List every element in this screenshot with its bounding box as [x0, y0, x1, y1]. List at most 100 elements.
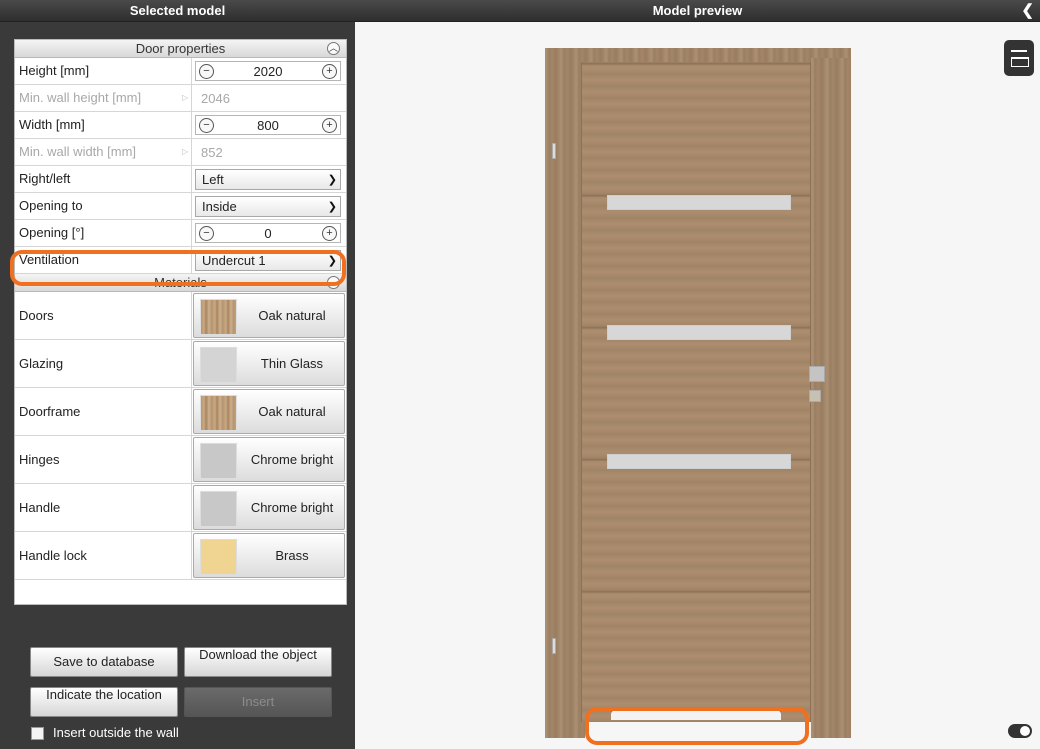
material-row-doorframe: Doorframe Oak natural	[15, 388, 346, 436]
material-label: Hinges	[15, 436, 192, 483]
insert-button-label: Insert	[241, 694, 275, 709]
oak-swatch	[200, 395, 237, 431]
model-preview-title-text: Model preview	[652, 3, 743, 18]
width-stepper[interactable]: − 800 +	[195, 115, 341, 135]
handle-lock-icon	[809, 390, 821, 402]
chrome-swatch	[200, 491, 237, 527]
material-label: Glazing	[15, 340, 192, 387]
plus-icon[interactable]: +	[322, 64, 337, 79]
download-object-button[interactable]: Download the object	[184, 647, 332, 677]
material-name: Oak natural	[258, 308, 326, 323]
indicate-location-button[interactable]: Indicate the location	[30, 687, 178, 717]
glass-strip	[607, 325, 791, 340]
insert-button[interactable]: Insert	[184, 687, 332, 717]
model-preview-panel: Model preview ❮	[355, 0, 1040, 749]
min-wall-height-label: Min. wall height [mm]	[15, 85, 192, 111]
glass-swatch	[200, 347, 237, 383]
min-wall-height-value: 2046	[201, 91, 230, 106]
doorframe-left	[545, 58, 585, 738]
opening-angle-value[interactable]: 0	[218, 226, 318, 241]
brass-swatch	[200, 539, 237, 575]
opening-to-select[interactable]: Inside ❯	[195, 196, 341, 217]
material-button-doors[interactable]: Oak natural	[193, 293, 345, 338]
material-row-handle: Handle Chrome bright	[15, 484, 346, 532]
material-row-doors: Doors Oak natural	[15, 292, 346, 340]
chevron-down-icon[interactable]: ❯	[328, 198, 337, 217]
readonly-arrow-icon: ▷	[182, 147, 189, 156]
opening-angle-label: Opening [°]	[15, 220, 192, 246]
right-left-select[interactable]: Left ❯	[195, 169, 341, 190]
right-left-label: Right/left	[15, 166, 192, 192]
material-button-handle[interactable]: Chrome bright	[193, 485, 345, 530]
glass-strip	[607, 454, 791, 469]
material-name: Chrome bright	[250, 452, 334, 467]
min-wall-width-value: 852	[201, 145, 223, 160]
opening-angle-row: Opening [°] − 0 +	[15, 220, 346, 247]
door-properties-title: Door properties	[135, 41, 226, 56]
material-name: Chrome bright	[250, 500, 334, 515]
doorframe-top	[545, 48, 851, 62]
plus-icon[interactable]: +	[322, 226, 337, 241]
insert-outside-wall-checkbox[interactable]	[31, 727, 44, 740]
hinge-icon	[552, 143, 556, 159]
chevron-down-icon[interactable]: ❯	[328, 252, 337, 271]
opening-angle-stepper[interactable]: − 0 +	[195, 223, 341, 243]
material-label: Doors	[15, 292, 192, 339]
collapse-door-properties-icon[interactable]: ︿	[327, 42, 340, 55]
opening-to-label: Opening to	[15, 193, 192, 219]
selected-model-title: Selected model	[0, 0, 355, 22]
minus-icon[interactable]: −	[199, 64, 214, 79]
material-label: Handle lock	[15, 532, 192, 579]
materials-title: Materials	[154, 275, 207, 290]
ventilation-value: Undercut 1	[202, 253, 266, 268]
width-row: Width [mm] − 800 +	[15, 112, 346, 139]
door-properties-header[interactable]: Door properties ︿	[15, 40, 346, 58]
dimensions-icon[interactable]	[1004, 40, 1034, 76]
width-value[interactable]: 800	[218, 118, 318, 133]
height-stepper[interactable]: − 2020 +	[195, 61, 341, 81]
material-button-glazing[interactable]: Thin Glass	[193, 341, 345, 386]
chrome-swatch	[200, 443, 237, 479]
properties-container: Door properties ︿ Height [mm] − 2020 + M…	[14, 39, 347, 605]
door-leaf	[581, 62, 811, 722]
save-to-database-button[interactable]: Save to database	[30, 647, 178, 677]
opening-to-value: Inside	[202, 199, 237, 214]
selected-model-panel: Selected model Door properties ︿ Height …	[0, 0, 355, 749]
material-row-glazing: Glazing Thin Glass	[15, 340, 346, 388]
indicate-button-label: Indicate the location	[46, 687, 162, 702]
material-row-handle-lock: Handle lock Brass	[15, 532, 346, 580]
glass-strip	[607, 195, 791, 210]
material-label: Handle	[15, 484, 192, 531]
collapse-materials-icon[interactable]: ︿	[327, 276, 340, 289]
height-row: Height [mm] − 2020 +	[15, 58, 346, 85]
material-name: Oak natural	[258, 404, 326, 419]
right-left-value: Left	[202, 172, 224, 187]
opening-to-row: Opening to Inside ❯	[15, 193, 346, 220]
back-chevron-icon[interactable]: ❮	[1021, 3, 1034, 19]
door-preview[interactable]	[541, 48, 851, 738]
minus-icon[interactable]: −	[199, 226, 214, 241]
plus-icon[interactable]: +	[322, 118, 337, 133]
height-value[interactable]: 2020	[218, 64, 318, 79]
width-label: Width [mm]	[15, 112, 192, 138]
material-label: Doorframe	[15, 388, 192, 435]
undercut-gap	[611, 708, 781, 720]
save-button-label: Save to database	[53, 654, 155, 669]
material-button-handle-lock[interactable]: Brass	[193, 533, 345, 578]
insert-outside-wall-label: Insert outside the wall	[53, 725, 179, 740]
materials-header[interactable]: Materials ︿	[15, 274, 346, 292]
material-button-doorframe[interactable]: Oak natural	[193, 389, 345, 434]
handle-icon	[809, 366, 825, 382]
minus-icon[interactable]: −	[199, 118, 214, 133]
chevron-down-icon[interactable]: ❯	[328, 171, 337, 190]
ventilation-select[interactable]: Undercut 1 ❯	[195, 250, 341, 271]
min-wall-height-row: Min. wall height [mm] ▷ 2046	[15, 85, 346, 112]
material-name: Thin Glass	[260, 356, 324, 371]
ventilation-label: Ventilation	[15, 247, 192, 273]
oak-swatch	[200, 299, 237, 335]
height-label: Height [mm]	[15, 58, 192, 84]
toggle-icon[interactable]	[1008, 724, 1032, 738]
material-button-hinges[interactable]: Chrome bright	[193, 437, 345, 482]
download-button-label: Download the object	[199, 647, 317, 662]
right-left-row: Right/left Left ❯	[15, 166, 346, 193]
